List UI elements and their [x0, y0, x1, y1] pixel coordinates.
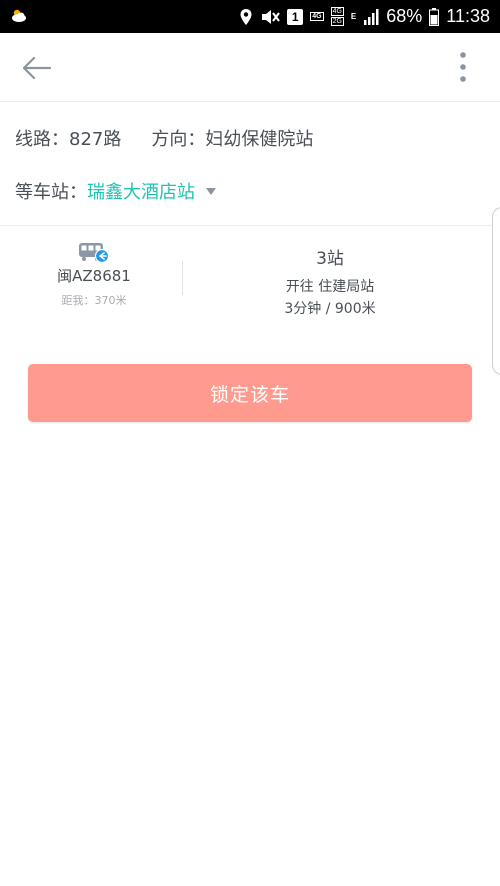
waiting-station: 等车站： 瑞鑫大酒店站 [15, 178, 216, 204]
status-bar: 1 4G 4G 2G E 68% 11:38 [0, 0, 500, 33]
route-line-value: 827路 [69, 129, 122, 150]
lock-bus-button[interactable]: 锁定该车 [28, 364, 472, 422]
network-dual-indicator: 4G 2G [330, 7, 344, 26]
location-icon [240, 8, 252, 25]
station-name-selector[interactable]: 瑞鑫大酒店站 [87, 178, 195, 204]
header-divider [0, 101, 500, 102]
sim-icon: 1 [287, 8, 304, 25]
route-direction-label: 方向： [151, 129, 206, 150]
bus-distance: 距我：370米 [61, 294, 127, 307]
app-header [0, 33, 500, 101]
signal-icon [364, 8, 379, 25]
route-line-label: 线路： [15, 129, 69, 150]
edge-panel-handle[interactable] [492, 207, 500, 375]
route-info: 线路：827路 方向：妇幼保健院站 [15, 125, 313, 151]
mute-icon [262, 9, 281, 24]
section-divider [0, 225, 500, 226]
more-vertical-icon[interactable] [452, 51, 474, 85]
bus-heading: 开往 住建局站 [285, 279, 375, 295]
network-e-indicator: E [350, 11, 357, 21]
status-icons: 1 4G 4G 2G E 68% 11:38 [239, 0, 490, 33]
station-label: 等车站： [15, 182, 87, 203]
cloud-icon [12, 9, 26, 22]
battery-percent: 68% [386, 6, 423, 26]
back-arrow-icon[interactable] [18, 54, 54, 82]
network-4g-indicator: 4G [310, 12, 324, 21]
bus-plate: 闽AZ8681 [57, 267, 131, 285]
bus-info-divider [182, 261, 183, 295]
clock: 11:38 [446, 6, 490, 26]
battery-icon [429, 7, 440, 26]
chevron-down-icon[interactable] [206, 187, 216, 195]
bus-eta: 3分钟 / 900米 [284, 301, 376, 317]
route-direction-value: 妇幼保健院站 [205, 129, 314, 150]
bus-icon [79, 243, 110, 264]
stops-count: 3站 [316, 249, 344, 269]
